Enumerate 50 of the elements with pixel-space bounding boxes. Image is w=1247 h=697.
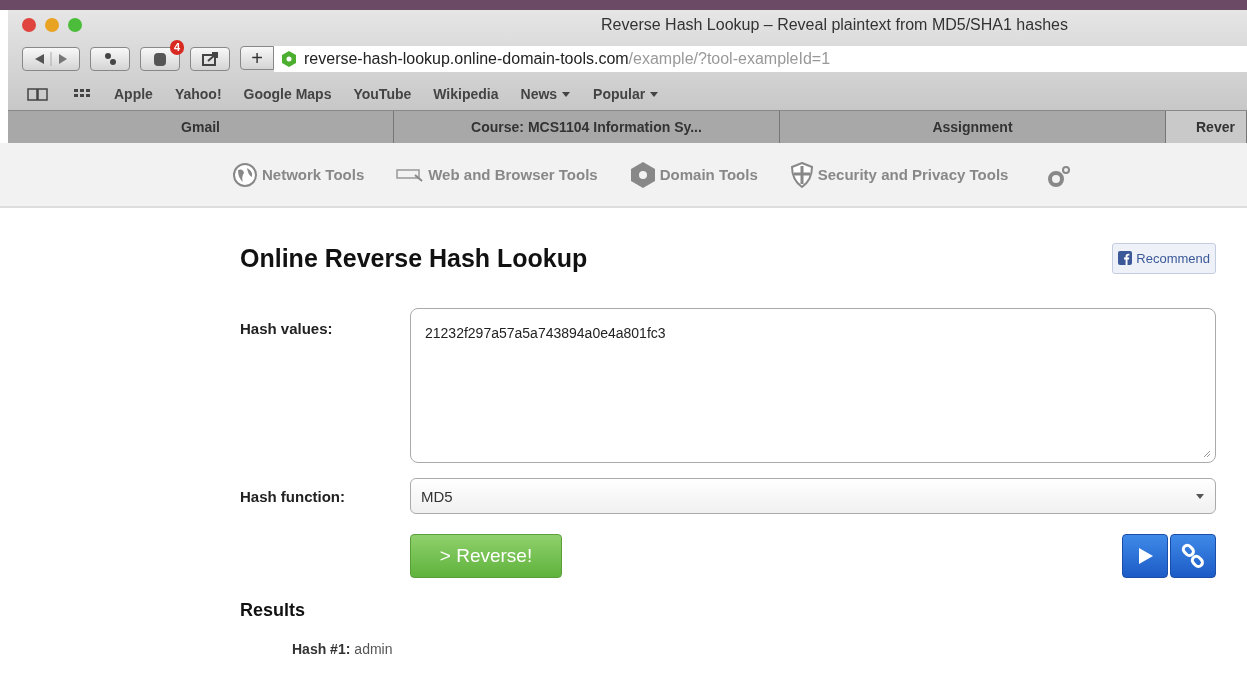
bookmark-link[interactable]: Yahoo!	[174, 86, 222, 102]
hexagon-icon	[629, 160, 656, 189]
dots-icon	[102, 51, 118, 67]
recommend-button[interactable]: Recommend	[1112, 242, 1216, 274]
bookmark-link[interactable]: Google Maps	[243, 86, 332, 102]
play-icon	[1136, 546, 1154, 566]
bookmark-link[interactable]: News	[520, 86, 572, 102]
hash-values-field[interactable]: 21232f297a57a5a743894a0e4a801fc3	[410, 308, 1216, 463]
caret-icon	[1195, 492, 1205, 500]
hash-function-select[interactable]: MD5	[410, 478, 1216, 514]
extensions-button[interactable]	[90, 47, 130, 71]
share-icon	[201, 51, 219, 67]
window-cursor-icon	[396, 166, 425, 183]
window-title: Reverse Hash Lookup – Reveal plaintext from MD5/SHA1 hashes	[601, 16, 1068, 34]
address-field[interactable]: reverse-hash-lookup.online-domain-tools.com/example/?tool-exampleId=1	[274, 46, 1247, 72]
nav-label[interactable]: Network Tools	[262, 166, 365, 183]
field-label: Hash values:	[240, 319, 334, 337]
new-tab-button[interactable]: +	[240, 46, 274, 70]
caret-icon	[649, 90, 660, 98]
caret-icon	[561, 90, 572, 98]
share-button[interactable]	[190, 47, 230, 71]
shield-icon	[789, 161, 814, 188]
link-button[interactable]	[1170, 534, 1216, 578]
result-value: admin	[354, 641, 393, 657]
back-forward-button[interactable]	[22, 47, 80, 71]
nav-label[interactable]: Security and Privacy Tools	[817, 166, 1009, 183]
resize-grip-icon[interactable]	[1201, 448, 1211, 458]
bookmark-link[interactable]: Wikipedia	[433, 86, 499, 102]
nav-label[interactable]: Web and Browser Tools	[428, 166, 598, 183]
bookmark-link[interactable]: Apple	[114, 86, 153, 102]
page-heading: Online Reverse Hash Lookup	[240, 243, 588, 273]
nav-label[interactable]: Domain Tools	[659, 166, 758, 183]
field-label: Hash function:	[240, 487, 346, 505]
play-button[interactable]	[1122, 534, 1168, 578]
notification-badge: 4	[169, 40, 184, 55]
result-label: Hash #1:	[292, 641, 351, 657]
browser-tab[interactable]: Course: MCS1104 Information Sy...	[394, 111, 780, 143]
figure-icon	[151, 50, 169, 68]
close-button[interactable]	[22, 18, 36, 32]
reading-list-icon[interactable]	[26, 87, 50, 101]
results-heading: Results	[240, 600, 307, 621]
browser-tab[interactable]: Assignment	[780, 111, 1166, 143]
browser-tab[interactable]: Rever	[1166, 111, 1247, 143]
browser-tab[interactable]: Gmail	[8, 111, 394, 143]
bookmark-link[interactable]: Popular	[593, 86, 660, 102]
facebook-icon	[1118, 251, 1133, 265]
bookmark-link[interactable]: YouTube	[353, 86, 412, 102]
globe-icon	[232, 161, 258, 188]
chain-link-icon	[1180, 543, 1206, 569]
site-icon	[280, 50, 298, 68]
